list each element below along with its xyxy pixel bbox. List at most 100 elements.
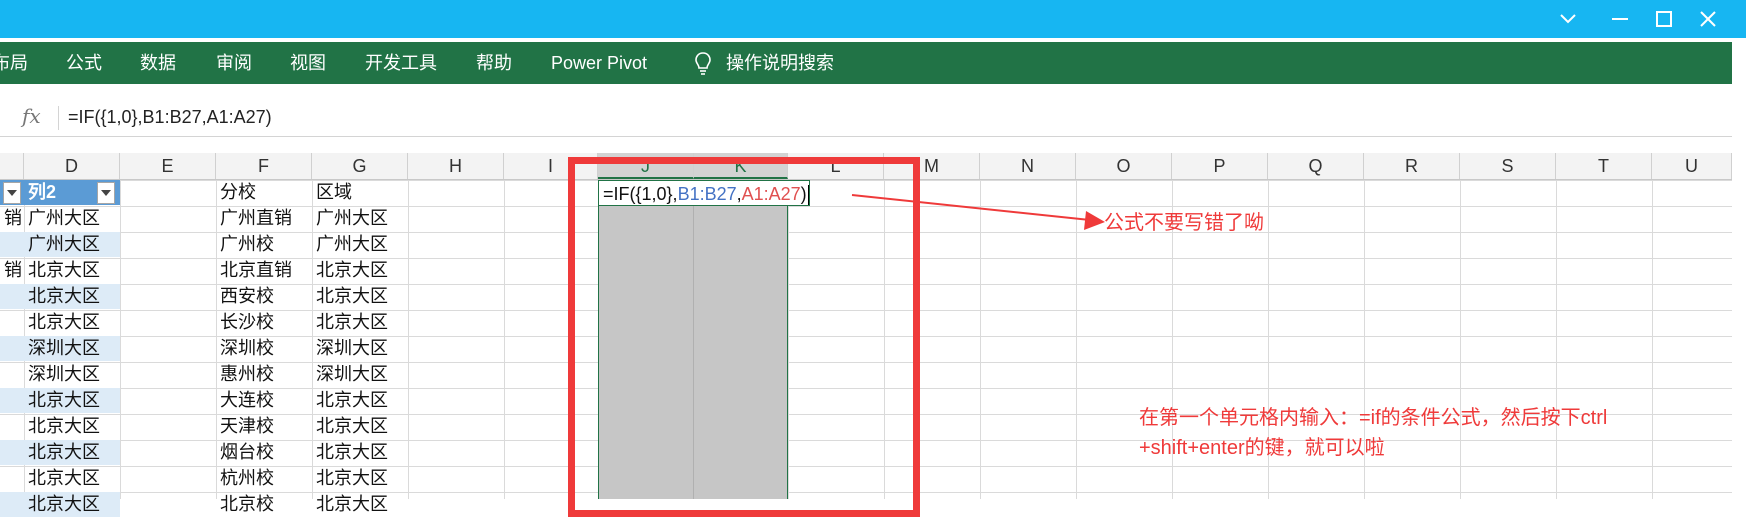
annotation-arrow-note: 公式不要写错了呦 [1104, 212, 1264, 234]
tab-help[interactable]: 帮助 [476, 42, 512, 84]
gridline [1652, 180, 1653, 499]
gridline [120, 180, 121, 499]
ribbon-tab-bar: 布局 公式 数据 审阅 视图 开发工具 帮助 Power Pivot 操作说明搜… [0, 42, 1732, 84]
table-cell-d[interactable]: 北京大区 [24, 388, 120, 413]
table-cell-g[interactable]: 北京大区 [312, 310, 408, 335]
column-header-o[interactable]: O [1076, 153, 1172, 179]
table-cell-d[interactable]: 北京大区 [24, 466, 120, 491]
table-cell-g[interactable]: 广州大区 [312, 232, 408, 257]
column-header-e[interactable]: E [120, 153, 216, 179]
table-cell-d[interactable]: 广州大区 [24, 206, 120, 231]
chevron-down-icon [1560, 14, 1576, 24]
column-header-n[interactable]: N [980, 153, 1076, 179]
table-cell-d[interactable]: 北京大区 [24, 284, 120, 309]
tab-view[interactable]: 视图 [290, 42, 326, 84]
table-cell-f[interactable]: 杭州校 [216, 466, 312, 491]
table-cell-f[interactable]: 烟台校 [216, 440, 312, 465]
filter-dropdown-c[interactable] [3, 182, 21, 204]
table-cell-d[interactable]: 北京大区 [24, 440, 120, 465]
table-cell-g[interactable]: 深圳大区 [312, 362, 408, 387]
minimize-icon [1612, 18, 1628, 20]
column-header-g[interactable]: G [312, 153, 408, 179]
table-cell-f[interactable]: 北京校 [216, 492, 312, 517]
table-cell-f[interactable]: 惠州校 [216, 362, 312, 387]
gridline [504, 180, 505, 499]
minimize-button[interactable] [1600, 0, 1640, 38]
tab-formulas[interactable]: 公式 [66, 42, 102, 84]
formula-input[interactable]: =IF({1,0},B1:B27,A1:A27) [68, 107, 272, 128]
table-cell-f[interactable]: 广州校 [216, 232, 312, 257]
tab-review[interactable]: 审阅 [216, 42, 252, 84]
table-cell-f[interactable]: 深圳校 [216, 336, 312, 361]
maximize-icon [1656, 11, 1672, 27]
tab-power-pivot[interactable]: Power Pivot [551, 42, 647, 84]
table-cell-c[interactable] [0, 232, 24, 257]
column-header-s[interactable]: S [1460, 153, 1556, 179]
dropdown-arrow-icon [7, 190, 17, 196]
table-cell-c[interactable] [0, 492, 24, 517]
table-cell-g[interactable]: 北京大区 [312, 284, 408, 309]
table-cell-d[interactable]: 北京大区 [24, 492, 120, 517]
column-header-r[interactable]: R [1364, 153, 1460, 179]
tell-me-search[interactable]: 操作说明搜索 [694, 42, 834, 84]
table-cell-g[interactable]: 北京大区 [312, 440, 408, 465]
gridline [1460, 180, 1461, 499]
table-cell-d[interactable]: 北京大区 [24, 414, 120, 439]
fx-icon[interactable]: fx [22, 104, 41, 128]
table-cell-c[interactable] [0, 362, 24, 387]
table-cell-g[interactable]: 深圳大区 [312, 336, 408, 361]
table-cell-g[interactable]: 北京大区 [312, 388, 408, 413]
table-cell-g[interactable]: 北京大区 [312, 466, 408, 491]
column-header-t[interactable]: T [1556, 153, 1652, 179]
cell-g1[interactable]: 区域 [312, 180, 408, 205]
close-icon [1700, 11, 1716, 27]
table-cell-d[interactable]: 深圳大区 [24, 336, 120, 361]
table-cell-d[interactable]: 北京大区 [24, 258, 120, 283]
ribbon-collapse-button[interactable] [1548, 0, 1588, 38]
column-header-u[interactable]: U [1652, 153, 1732, 179]
table-cell-g[interactable]: 广州大区 [312, 206, 408, 231]
column-header-d[interactable]: D [24, 153, 120, 179]
table-cell-f[interactable]: 天津校 [216, 414, 312, 439]
table-cell-g[interactable]: 北京大区 [312, 258, 408, 283]
column-header-p[interactable]: P [1172, 153, 1268, 179]
cell-f1[interactable]: 分校 [216, 180, 312, 205]
table-cell-f[interactable]: 广州直销 [216, 206, 312, 231]
table-cell-c[interactable] [0, 414, 24, 439]
annotation-instruction-line2: +shift+enter的键，就可以啦 [1139, 437, 1385, 459]
table-cell-f[interactable]: 长沙校 [216, 310, 312, 335]
table-cell-c[interactable]: 销 [0, 258, 24, 283]
gridline [1556, 180, 1557, 499]
table-cell-f[interactable]: 西安校 [216, 284, 312, 309]
column-header-h[interactable]: H [408, 153, 504, 179]
table-cell-c[interactable] [0, 466, 24, 491]
table-cell-d[interactable]: 广州大区 [24, 232, 120, 257]
tab-layout[interactable]: 布局 [0, 42, 28, 84]
lightbulb-icon [695, 52, 711, 75]
table-cell-d[interactable]: 深圳大区 [24, 362, 120, 387]
column-header-q[interactable]: Q [1268, 153, 1364, 179]
tab-developer[interactable]: 开发工具 [365, 42, 437, 84]
table-cell-c[interactable] [0, 310, 24, 335]
maximize-button[interactable] [1644, 0, 1684, 38]
table-cell-g[interactable]: 北京大区 [312, 492, 408, 517]
gridline [408, 180, 409, 499]
table-cell-g[interactable]: 北京大区 [312, 414, 408, 439]
table-cell-c[interactable] [0, 336, 24, 361]
column-header-f[interactable]: F [216, 153, 312, 179]
table-cell-c[interactable] [0, 440, 24, 465]
table-cell-d[interactable]: 北京大区 [24, 310, 120, 335]
table-cell-c[interactable] [0, 284, 24, 309]
table-cell-f[interactable]: 北京直销 [216, 258, 312, 283]
tab-data[interactable]: 数据 [140, 42, 176, 84]
annotation-arrow [851, 194, 1105, 230]
dropdown-arrow-icon [101, 190, 111, 196]
title-bar [0, 0, 1746, 38]
table-cell-f[interactable]: 大连校 [216, 388, 312, 413]
filter-dropdown-d[interactable] [97, 182, 115, 204]
close-button[interactable] [1688, 0, 1728, 38]
table-cell-c[interactable]: 销 [0, 206, 24, 231]
annotation-instruction-line1: 在第一个单元格内输入：=if的条件公式，然后按下ctrl [1139, 407, 1608, 429]
table-cell-c[interactable] [0, 388, 24, 413]
column-header-c[interactable] [0, 153, 24, 179]
